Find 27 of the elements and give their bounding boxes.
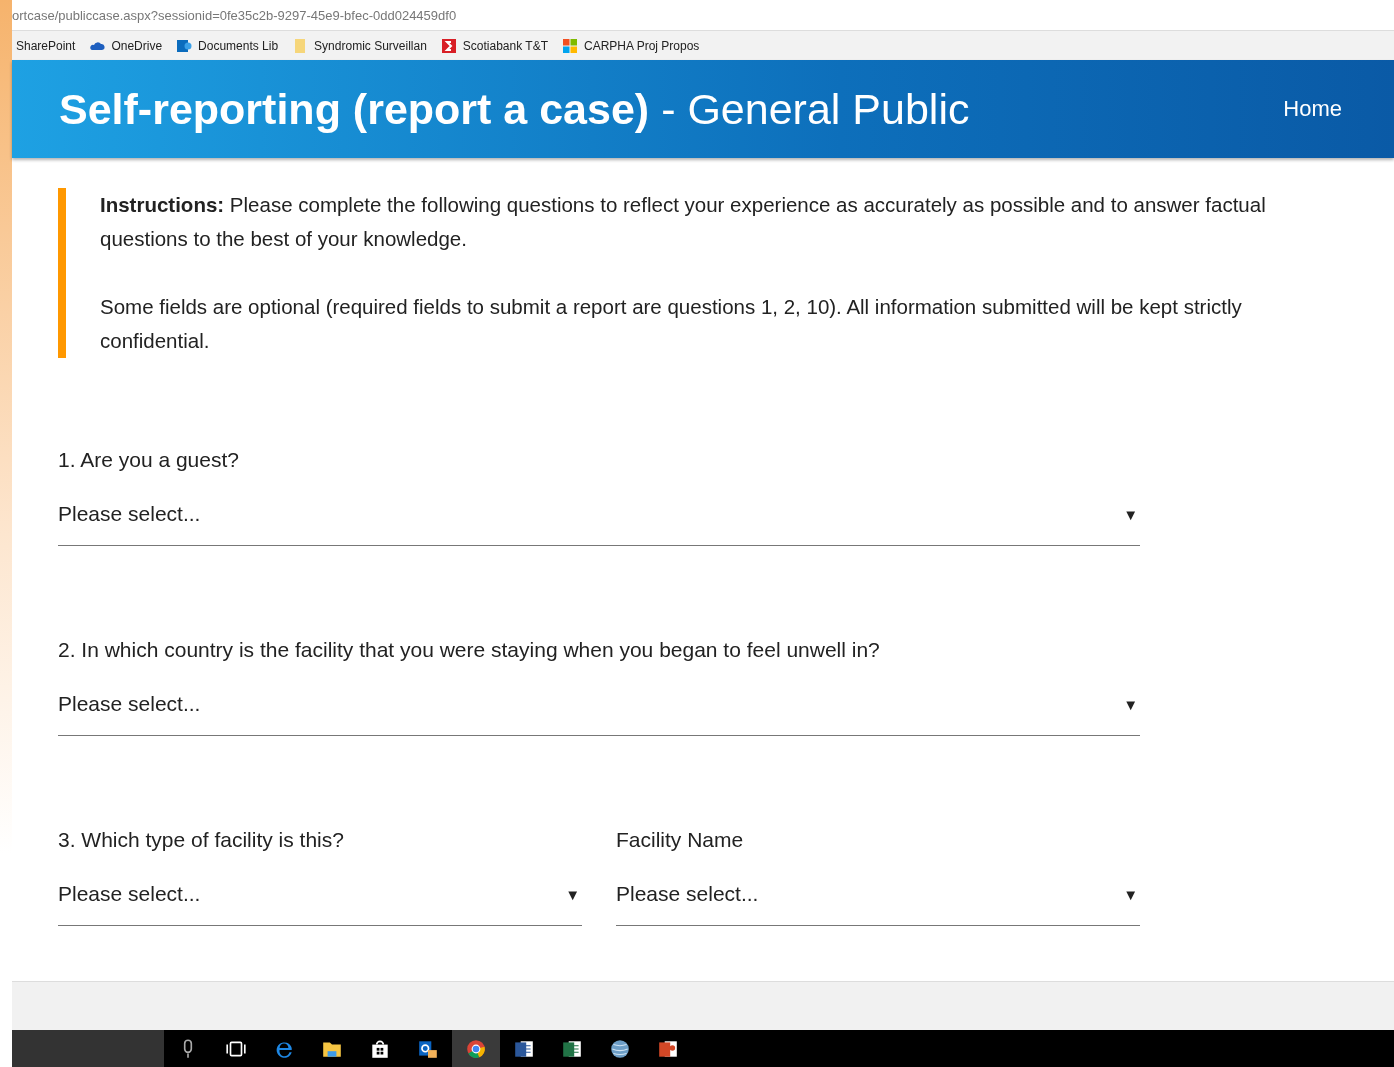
bookmark-link[interactable]: Documents Lib xyxy=(176,37,279,54)
caret-icon: ▼ xyxy=(565,885,582,903)
dropdown-field[interactable]: Please select... ▼ xyxy=(58,502,1140,546)
document-icon xyxy=(176,37,193,54)
caret-icon: ▼ xyxy=(1123,695,1140,713)
dropdown-field[interactable]: Please select... ▼ xyxy=(58,692,1140,736)
caret-icon: ▼ xyxy=(1123,885,1140,903)
page-title: Self-reporting (report a case) - General Public xyxy=(59,84,970,134)
question-label: 1. Are you a guest? xyxy=(58,448,240,472)
question-label: 2. In which country is the facility that you were staying when you began to feel unwell in? xyxy=(58,638,881,662)
bookmark-link[interactable]: Scotiabank T&T xyxy=(440,37,548,54)
address-bar-url[interactable]: ortcase/publiccase.aspx?sessionid=0fe35c2b-9297-45e9-bfec-0dd024459df0 xyxy=(12,7,457,23)
dropdown-field[interactable]: Please select... ▼ xyxy=(58,882,582,926)
bookmark-link[interactable]: Syndromic Surveillan xyxy=(292,37,427,54)
bookmark-link[interactable]: OneDrive xyxy=(89,37,163,54)
bookmark-link[interactable]: SharePoint xyxy=(16,38,76,53)
question-label: Facility Name xyxy=(616,828,745,852)
caret-icon: ▼ xyxy=(1123,505,1140,523)
question-label: 3. Which type of facility is this? xyxy=(58,828,345,852)
windows-logo-icon xyxy=(562,37,578,54)
instruction-text: Some fields are optional (required fields to submit a report are questions 1, 2, 10). All information submitted will be kept strictly confidential. xyxy=(100,294,1243,354)
bank-logo-icon xyxy=(440,37,457,54)
taskbar-icon[interactable] xyxy=(452,1030,500,1067)
bookmark-link[interactable]: CARPHA Proj Propos xyxy=(562,37,700,54)
instruction-text: Instructions: Please complete the following questions to reflect your experience as accurately as possible and to answer factual questions to the best of your knowledge. xyxy=(100,192,1267,252)
dropdown-field[interactable]: Please select... ▼ xyxy=(616,882,1140,926)
home-link[interactable]: Home xyxy=(1283,96,1342,122)
